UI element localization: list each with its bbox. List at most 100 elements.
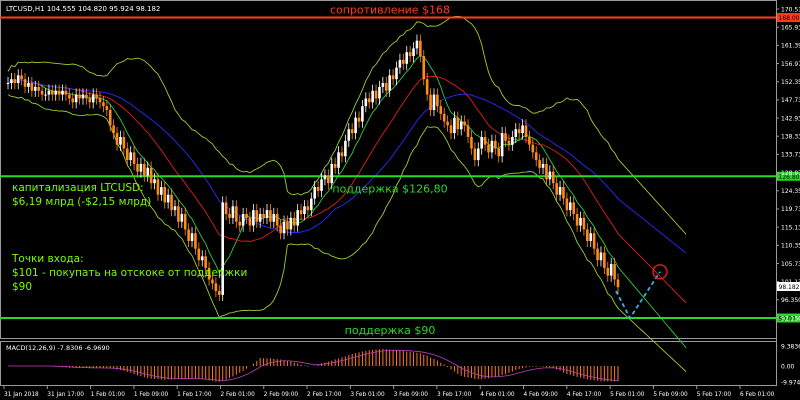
time-tick-label: 3 Feb 01:00 [350,392,385,398]
candle-body [323,175,327,180]
candle-body [599,252,603,261]
candle-body [378,86,381,99]
price-tick-label: 128.970 [781,170,800,177]
candle-body [252,210,255,226]
candle-body [115,133,119,145]
macd-axis-label: 9.3836 [781,343,800,350]
candle-body [327,175,330,184]
candle-body [33,86,37,91]
candle-body [398,59,402,68]
candle-body [405,52,409,64]
candle-body [153,179,156,184]
time-tick-label: 6 Feb 01:00 [740,392,775,398]
candle-body [51,90,54,95]
candle-body [541,163,545,168]
candle-body [511,136,514,145]
candle-body [316,187,320,191]
candle-body [476,148,480,161]
candle-body [361,106,364,122]
level-price-tag-text: 168.00 [779,15,800,22]
candle-body [350,129,354,134]
candle-body [309,198,313,211]
chart-svg[interactable]: LTCUSD,H1 104.555 104.820 95.924 98.182 … [0,0,800,400]
candle-body [248,217,252,226]
time-tick-label: 4 Feb 17:00 [567,392,602,398]
candle-body [47,90,51,95]
candle-body [381,83,385,87]
entry-level-2: $90 [12,281,32,293]
candle-body [545,163,548,180]
candle-body [10,79,13,84]
time-tick-label: 5 Feb 09:00 [653,392,688,398]
candle-body [453,117,456,134]
candle-body [289,217,293,230]
candle-body [494,140,497,149]
candle-body [507,140,511,145]
candle-body [81,94,85,99]
candle-body [57,90,61,95]
entry-level-1: $101 - покупать на отскоке от поддержки [12,267,247,279]
candle-body [27,83,30,87]
candle-body [436,94,439,107]
candle-body [551,171,555,184]
candle-body [449,125,453,134]
candle-body [228,214,231,218]
price-tick-label: 124.350 [781,188,800,195]
candle-body [190,233,194,241]
market-cap-value: $6,19 млрд (-$2,15 млрд) [12,196,151,208]
candle-body [71,98,75,103]
candle-body [432,94,436,110]
candle-body [265,210,269,218]
candle-body [238,221,242,226]
candle-body [74,94,78,103]
time-tick-label: 2 Feb 09:00 [264,392,299,398]
candle-body [374,90,378,99]
time-tick-label: 3 Feb 09:00 [394,392,429,398]
price-tick-label: 133.730 [781,152,800,159]
candle-body [473,148,477,161]
time-tick-label: 1 Feb 09:00 [134,392,169,398]
candle-body [272,214,276,222]
price-tick-label: 105.730 [781,261,800,268]
candle-body [347,129,351,141]
candle-body [214,283,218,292]
candle-body [299,210,303,214]
candle-body [282,221,286,234]
current-price-tag-text: 98.182 [779,284,800,291]
candle-body [562,187,565,199]
candle-body [245,214,248,218]
candle-body [425,79,429,95]
candle-body [500,133,504,157]
candle-body [572,202,575,214]
candle-body [582,217,586,230]
candle-body [504,133,507,141]
price-tick-label: 96.350 [781,297,800,304]
candle-body [306,206,310,211]
candle-body [558,187,562,195]
candle-body [568,202,572,211]
price-tick-label: 170.510 [781,6,800,13]
candle-body [575,214,579,226]
candle-body [187,229,190,241]
candle-body [156,179,160,195]
candle-body [565,198,569,211]
candle-body [296,210,299,226]
price-tick-label: 152.350 [781,79,800,86]
candle-body [170,194,173,211]
candle-body [528,136,531,145]
candle-body [235,206,238,222]
time-tick-label: 1 Feb 01:00 [91,392,126,398]
price-tick-label: 110.350 [781,243,800,250]
candle-body [333,163,337,168]
candle-body [258,214,262,222]
candle-body [194,233,197,249]
candle-body [183,214,187,230]
candle-body [524,125,528,137]
candle-body [429,94,432,110]
level-label: поддержка $90 [345,324,436,337]
candle-body [136,163,139,172]
candle-body [354,117,357,134]
candle-body [20,75,23,80]
macd-label: MACD(12,26,9) -7.8306 -6.9690 [6,344,110,352]
candle-body [480,136,483,149]
